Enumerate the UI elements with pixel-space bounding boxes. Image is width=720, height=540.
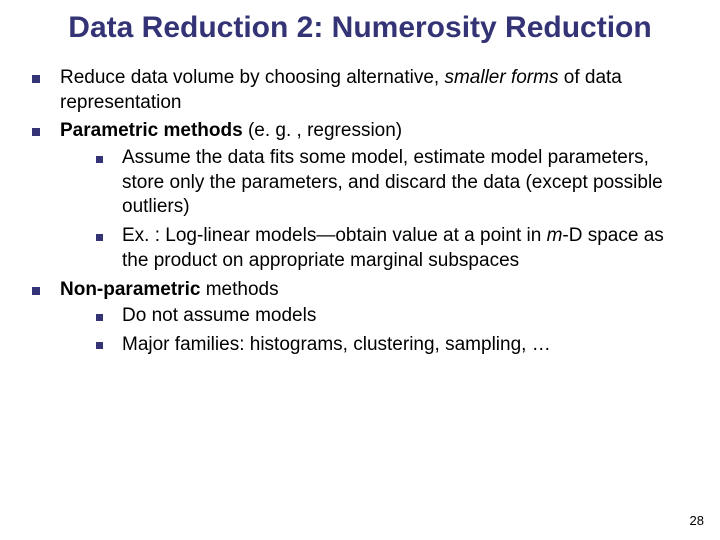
slide-content: Reduce data volume by choosing alternati… bbox=[28, 66, 692, 358]
sub-bullet: Assume the data fits some model, estimat… bbox=[92, 146, 692, 220]
text-italic: m bbox=[547, 225, 563, 246]
text: methods bbox=[200, 279, 278, 300]
text-bold: Non-parametric bbox=[60, 279, 200, 300]
square-bullet-icon bbox=[96, 314, 103, 321]
text-italic: smaller forms bbox=[444, 67, 558, 88]
text: Ex. : Log-linear models—obtain value at … bbox=[122, 225, 547, 246]
bullet-parametric: Parametric methods (e. g. , regression) … bbox=[28, 119, 692, 273]
sub-list: Assume the data fits some model, estimat… bbox=[60, 146, 692, 273]
square-bullet-icon bbox=[32, 128, 40, 136]
bullet-intro: Reduce data volume by choosing alternati… bbox=[28, 66, 692, 115]
square-bullet-icon bbox=[32, 287, 40, 295]
square-bullet-icon bbox=[96, 342, 103, 349]
page-number: 28 bbox=[690, 513, 704, 528]
text: Do not assume models bbox=[122, 305, 316, 326]
text: (e. g. , regression) bbox=[243, 120, 402, 141]
square-bullet-icon bbox=[32, 75, 40, 83]
square-bullet-icon bbox=[96, 156, 103, 163]
sub-bullet: Major families: histograms, clustering, … bbox=[92, 333, 692, 358]
text: Assume the data fits some model, estimat… bbox=[122, 147, 663, 217]
text: Reduce data volume by choosing alternati… bbox=[60, 67, 444, 88]
slide-title: Data Reduction 2: Numerosity Reduction bbox=[28, 10, 692, 46]
text-bold: Parametric methods bbox=[60, 120, 243, 141]
square-bullet-icon bbox=[96, 234, 103, 241]
bullet-list: Reduce data volume by choosing alternati… bbox=[28, 66, 692, 358]
slide: Data Reduction 2: Numerosity Reduction R… bbox=[0, 0, 720, 358]
text: Major families: histograms, clustering, … bbox=[122, 334, 551, 355]
sub-bullet: Do not assume models bbox=[92, 304, 692, 329]
sub-list: Do not assume models Major families: his… bbox=[60, 304, 692, 357]
sub-bullet: Ex. : Log-linear models—obtain value at … bbox=[92, 224, 692, 273]
bullet-nonparametric: Non-parametric methods Do not assume mod… bbox=[28, 278, 692, 358]
